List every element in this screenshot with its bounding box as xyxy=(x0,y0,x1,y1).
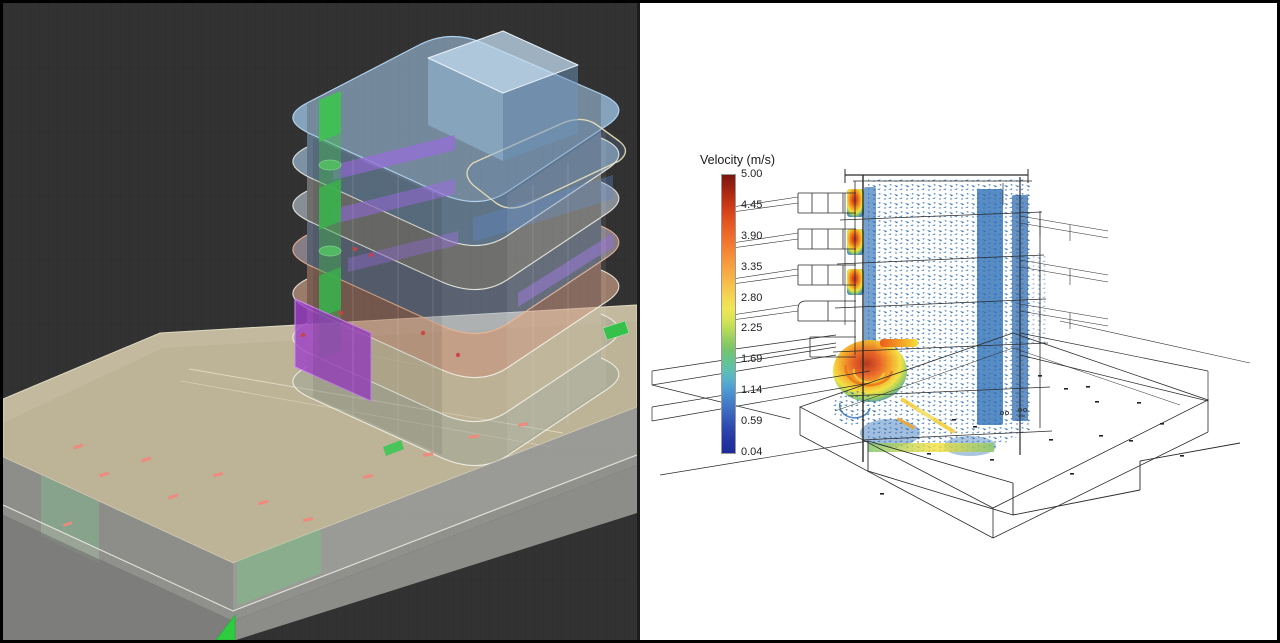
legend-tick: 4.45 xyxy=(741,199,762,211)
building-model-illustration xyxy=(3,3,637,640)
legend-tick: 1.69 xyxy=(741,353,762,365)
legend-colorbar xyxy=(721,174,736,454)
velocity-vector-planes xyxy=(833,179,1046,456)
legend-tick: 0.59 xyxy=(741,415,762,427)
legend-tick: 1.14 xyxy=(741,384,762,396)
model-3d-viewport[interactable] xyxy=(3,3,637,640)
legend-tick: 2.25 xyxy=(741,322,762,334)
legend-tick: 3.35 xyxy=(741,261,762,273)
cfd-results-viewport[interactable]: Velocity (m/s) 5.00 4.45 3.90 3.35 2.80 2.25 1… xyxy=(640,3,1277,640)
legend-tick: 2.80 xyxy=(741,292,762,304)
legend-ticks: 5.00 4.45 3.90 3.35 2.80 2.25 1.69 1.14 0.59 0.04 xyxy=(741,168,762,458)
velocity-legend: Velocity (m/s) 5.00 4.45 3.90 3.35 2.80 2.25 1… xyxy=(698,153,775,458)
legend-tick: 3.90 xyxy=(741,230,762,242)
screenshot-frame: Velocity (m/s) 5.00 4.45 3.90 3.35 2.80 2.25 1… xyxy=(0,0,1280,643)
legend-tick: 0.04 xyxy=(741,446,762,458)
legend-tick: 5.00 xyxy=(741,168,762,180)
tower-model xyxy=(293,31,626,466)
legend-title: Velocity (m/s) xyxy=(700,153,775,167)
